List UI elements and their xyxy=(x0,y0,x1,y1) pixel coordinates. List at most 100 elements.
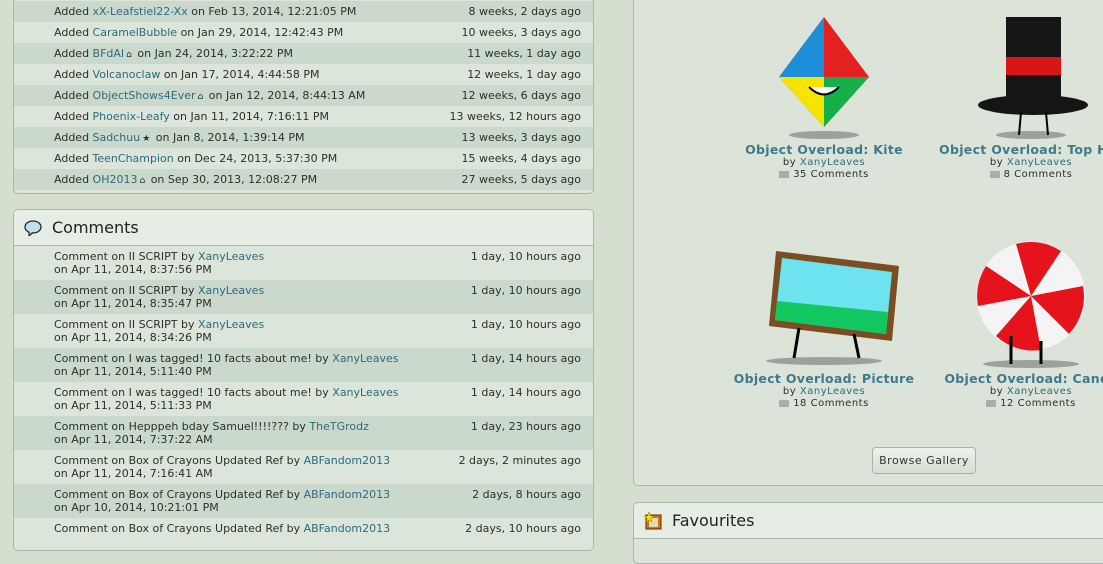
comment-count[interactable]: 35 Comments xyxy=(793,169,869,180)
watcher-row: Added OH2013 ⌂ on Sep 30, 2013, 12:08:27 … xyxy=(14,169,593,190)
comment-text: Comment on Box of Crayons Updated Ref by… xyxy=(54,488,391,514)
comment-count[interactable]: 18 Comments xyxy=(793,398,869,409)
comment-row: Comment on II SCRIPT by XanyLeaves on Apr… xyxy=(14,314,593,348)
time-ago: 2 days, 8 hours ago xyxy=(472,488,581,501)
watcher-row: Added CaramelBubble on Jan 29, 2014, 12:… xyxy=(14,22,593,43)
watchers-panel: Added xX-Leafstiel22-Xx on Feb 13, 2014,… xyxy=(13,0,594,194)
comment-icon xyxy=(986,399,997,407)
watcher-text: Added TeenChampion on Dec 24, 2013, 5:37… xyxy=(54,152,338,165)
user-badge-icon: ⌂ xyxy=(126,50,132,60)
user-link[interactable]: ABFandom2013 xyxy=(304,522,391,535)
time-ago: 8 weeks, 2 days ago xyxy=(468,5,581,18)
candy-thumbnail xyxy=(975,240,1087,368)
time-ago: 13 weeks, 12 hours ago xyxy=(449,110,582,123)
top-hat-thumbnail xyxy=(978,17,1088,139)
gallery-item-title[interactable]: Object Overload: Top Hat xyxy=(926,142,1103,157)
comment-row: Comment on II SCRIPT by XanyLeaves on Apr… xyxy=(14,246,593,280)
gallery-item-title[interactable]: Object Overload: Kite xyxy=(719,142,929,157)
user-link[interactable]: XanyLeaves xyxy=(332,352,398,365)
user-link[interactable]: ABFandom2013 xyxy=(304,488,391,501)
user-link[interactable]: TheTGrodz xyxy=(309,420,368,433)
user-link[interactable]: Phoenix-Leafy xyxy=(93,110,170,123)
time-ago: 1 day, 23 hours ago xyxy=(470,420,581,433)
comment-row: Comment on Hepppeh bday Samuel!!!!??? by… xyxy=(14,416,593,450)
picture-thumbnail xyxy=(766,251,899,365)
author-link[interactable]: XanyLeaves xyxy=(1007,157,1072,168)
watcher-row: Added Phoenix-Leafy on Jan 11, 2014, 7:1… xyxy=(14,106,593,127)
comment-row: Comment on Box of Crayons Updated Ref by… xyxy=(14,484,593,518)
watcher-row: Added Sadchuu ★ on Jan 8, 2014, 1:39:14 P… xyxy=(14,127,593,148)
comment-text: Comment on I was tagged! 10 facts about … xyxy=(54,352,399,378)
by-label: by xyxy=(782,386,797,397)
user-link[interactable]: ObjectShows4Ever xyxy=(93,89,196,102)
watcher-text: Added BFdAI ⌂ on Jan 24, 2014, 3:22:22 PM xyxy=(54,47,294,60)
user-link[interactable]: XanyLeaves xyxy=(198,284,264,297)
author-link[interactable]: XanyLeaves xyxy=(1007,386,1072,397)
watcher-text: Added OH2013 ⌂ on Sep 30, 2013, 12:08:27 … xyxy=(54,173,318,186)
comment-icon xyxy=(989,170,1000,178)
favourites-panel: Favourites xyxy=(633,502,1103,564)
user-link[interactable]: BFdAI xyxy=(93,47,125,60)
comment-text: Comment on II SCRIPT by XanyLeaves on Apr… xyxy=(54,318,265,344)
watcher-text: Added xX-Leafstiel22-Xx on Feb 13, 2014,… xyxy=(54,5,357,18)
author-link[interactable]: XanyLeaves xyxy=(800,157,865,168)
comment-count[interactable]: 12 Comments xyxy=(1000,398,1076,409)
gallery-item-candy[interactable]: Object Overload: Candy by XanyLeaves 12 … xyxy=(926,236,1103,410)
by-label: by xyxy=(989,386,1004,397)
time-ago: 1 day, 10 hours ago xyxy=(470,284,581,297)
watcher-text: Added Sadchuu ★ on Jan 8, 2014, 1:39:14 P… xyxy=(54,131,305,144)
user-badge-icon: ⌂ xyxy=(139,176,146,186)
gallery-panel: Object Overload: Kite by XanyLeaves 35 C… xyxy=(633,0,1103,486)
user-link[interactable]: XanyLeaves xyxy=(198,250,264,263)
browse-gallery-button[interactable]: Browse Gallery xyxy=(872,447,976,474)
user-link[interactable]: XanyLeaves xyxy=(332,386,398,399)
comment-row: Comment on Box of Crayons Updated Ref by… xyxy=(14,450,593,484)
kite-thumbnail xyxy=(779,17,869,139)
user-link[interactable]: TeenChampion xyxy=(93,152,174,165)
time-ago: 1 day, 14 hours ago xyxy=(470,352,581,365)
time-ago: 1 day, 10 hours ago xyxy=(470,318,581,331)
watcher-row: Added BFdAI ⌂ on Jan 24, 2014, 3:22:22 PM… xyxy=(14,43,593,64)
user-badge-icon: ⌂ xyxy=(197,92,204,102)
comment-text: Comment on Box of Crayons Updated Ref by… xyxy=(54,522,391,535)
time-ago: 2 days, 2 minutes ago xyxy=(458,454,581,467)
time-ago: 2 days, 10 hours ago xyxy=(465,522,581,535)
author-link[interactable]: XanyLeaves xyxy=(800,386,865,397)
time-ago: 15 weeks, 4 days ago xyxy=(461,152,581,165)
watcher-text: Added Volcanoclaw on Jan 17, 2014, 4:44:… xyxy=(54,68,320,81)
comment-row: Comment on II SCRIPT by XanyLeaves on Apr… xyxy=(14,280,593,314)
user-badge-icon: ★ xyxy=(142,134,151,144)
comment-count[interactable]: 8 Comments xyxy=(1004,169,1073,180)
comment-row: Comment on I was tagged! 10 facts about … xyxy=(14,382,593,416)
comments-header: Comments xyxy=(14,210,593,246)
comment-text: Comment on Hepppeh bday Samuel!!!!??? by… xyxy=(54,420,369,446)
time-ago: 11 weeks, 1 day ago xyxy=(467,47,581,60)
by-label: by xyxy=(989,157,1004,168)
user-link[interactable]: Volcanoclaw xyxy=(93,68,161,81)
gallery-item-top-hat[interactable]: Object Overload: Top Hat by XanyLeaves 8… xyxy=(926,7,1103,181)
watcher-row: Added xX-Leafstiel22-Xx on Feb 13, 2014,… xyxy=(14,1,593,22)
watcher-text: Added CaramelBubble on Jan 29, 2014, 12:… xyxy=(54,26,344,39)
watcher-text: Added ObjectShows4Ever ⌂ on Jan 12, 2014,… xyxy=(54,89,366,102)
time-ago: 12 weeks, 6 days ago xyxy=(461,89,581,102)
user-link[interactable]: Sadchuu xyxy=(93,131,141,144)
comments-panel: Comments Comment on II SCRIPT by XanyLea… xyxy=(13,209,594,551)
time-ago: 10 weeks, 3 days ago xyxy=(461,26,581,39)
comment-text: Comment on II SCRIPT by XanyLeaves on Apr… xyxy=(54,250,265,276)
user-link[interactable]: CaramelBubble xyxy=(93,26,178,39)
gallery-item-picture[interactable]: Object Overload: Picture by XanyLeaves 1… xyxy=(719,236,929,410)
time-ago: 27 weeks, 5 days ago xyxy=(461,173,581,186)
by-label: by xyxy=(782,157,797,168)
user-link[interactable]: OH2013 xyxy=(93,173,138,186)
comment-text: Comment on I was tagged! 10 facts about … xyxy=(54,386,399,412)
time-ago: 1 day, 10 hours ago xyxy=(470,250,581,263)
user-link[interactable]: xX-Leafstiel22-Xx xyxy=(93,5,188,18)
user-link[interactable]: XanyLeaves xyxy=(198,318,264,331)
gallery-item-title[interactable]: Object Overload: Picture xyxy=(719,371,929,386)
user-link[interactable]: ABFandom2013 xyxy=(304,454,391,467)
favourites-title: Favourites xyxy=(672,511,755,530)
gallery-item-kite[interactable]: Object Overload: Kite by XanyLeaves 35 C… xyxy=(719,7,929,181)
comment-icon xyxy=(779,399,790,407)
time-ago: 13 weeks, 3 days ago xyxy=(461,131,581,144)
gallery-item-title[interactable]: Object Overload: Candy xyxy=(926,371,1103,386)
